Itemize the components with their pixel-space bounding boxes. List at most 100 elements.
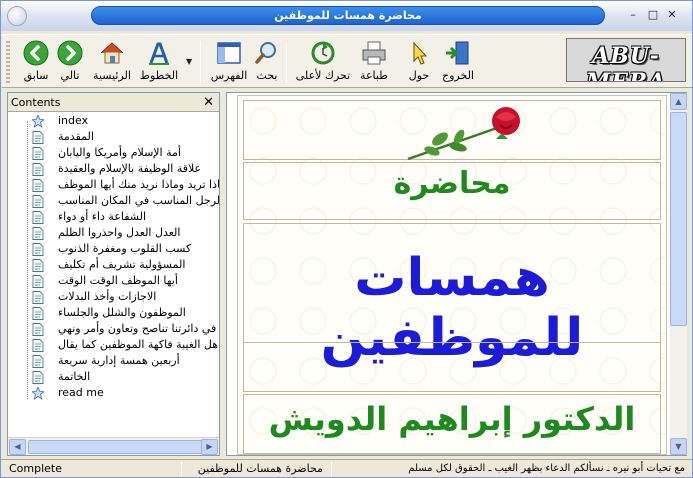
contents-item[interactable]: الاجازات وأخذ البدلات bbox=[32, 289, 219, 305]
contents-item-label: المقدمة bbox=[58, 130, 94, 143]
page-icon bbox=[32, 147, 44, 160]
index-panel-icon bbox=[217, 42, 241, 64]
toolbar-grip[interactable] bbox=[6, 41, 10, 83]
contents-item[interactable]: في دائرتنا تناصح وتعاون وأمر ونهي bbox=[32, 321, 219, 337]
page-icon bbox=[32, 211, 44, 224]
brand-logo: ABU-MERA bbox=[566, 38, 686, 82]
contents-item[interactable]: أمة الإسلام وأمريكا واليابان bbox=[32, 145, 219, 161]
close-window-button[interactable]: ✕ bbox=[665, 8, 679, 22]
page-icon bbox=[32, 243, 44, 256]
contents-item[interactable]: علاقة الوظيفة بالإسلام والعقيدة bbox=[32, 161, 219, 177]
back-label: سابق bbox=[23, 69, 49, 82]
contents-item-label: الخاتمة bbox=[58, 370, 91, 383]
exit-label: الخروج bbox=[442, 69, 474, 82]
minimize-button[interactable]: – bbox=[626, 8, 640, 22]
page-icon bbox=[32, 355, 44, 368]
vertical-scroll-thumb[interactable] bbox=[670, 112, 687, 326]
star-icon bbox=[32, 115, 44, 128]
contents-item[interactable]: read me bbox=[32, 385, 219, 401]
vertical-scrollbar[interactable]: ▲ ▼ bbox=[670, 93, 687, 455]
author-name: الدكتور إبراهيم الدويش bbox=[268, 400, 636, 438]
next-label: تالي bbox=[60, 69, 80, 82]
page-icon bbox=[32, 323, 44, 336]
contents-item[interactable]: المقدمة bbox=[32, 129, 219, 145]
scroll-up-button[interactable]: ▲ bbox=[670, 93, 687, 110]
tree-connector bbox=[27, 121, 28, 399]
font-icon bbox=[149, 42, 169, 65]
contents-item[interactable]: index bbox=[32, 113, 219, 129]
status-separator bbox=[181, 462, 182, 476]
back-button[interactable]: سابق bbox=[16, 37, 56, 87]
contents-item-label: أمة الإسلام وأمريكا واليابان bbox=[58, 146, 181, 159]
contents-item-label: في دائرتنا تناصح وتعاون وأمر ونهي bbox=[58, 322, 217, 335]
horizontal-scroll-thumb[interactable] bbox=[28, 440, 204, 454]
contents-item-label: read me bbox=[58, 386, 104, 399]
home-icon bbox=[100, 42, 124, 64]
maximize-button[interactable]: □ bbox=[646, 8, 660, 22]
page-icon bbox=[32, 339, 44, 352]
contents-item[interactable]: المسؤولية تشريف أم تكليف bbox=[32, 257, 219, 273]
status-title: محاضرة همسات للموظفين bbox=[197, 462, 323, 475]
contents-item[interactable]: العدل العدل واحذروا الظلم bbox=[32, 225, 219, 241]
author-cell: الدكتور إبراهيم الدويش bbox=[243, 394, 661, 454]
refresh-up-icon bbox=[311, 41, 335, 65]
about-label: حول bbox=[408, 69, 430, 82]
page-icon bbox=[32, 227, 44, 240]
contents-item-label: أربعين همسة إدارية سريعة bbox=[58, 354, 180, 367]
close-contents-button[interactable]: ✕ bbox=[203, 93, 214, 112]
page-icon bbox=[32, 291, 44, 304]
page-icon bbox=[32, 259, 44, 272]
search-button[interactable]: بحث bbox=[252, 37, 282, 87]
contents-header: Contents ✕ bbox=[8, 93, 219, 112]
contents-item[interactable]: الخاتمة bbox=[32, 369, 219, 385]
print-label: طباعة bbox=[360, 69, 388, 82]
content-viewer: محاضرة همسات للموظفين الدكتور إبراهيم ال… bbox=[226, 92, 687, 456]
horizontal-scrollbar[interactable]: ◀ ▶ bbox=[8, 437, 219, 455]
exit-button[interactable]: الخروج bbox=[438, 37, 478, 87]
toolbar-separator bbox=[286, 41, 287, 83]
page-icon bbox=[32, 163, 44, 176]
contents-item[interactable]: كسب القلوب ومغفرة الذنوب bbox=[32, 241, 219, 257]
move-up-button[interactable]: تحرك لأعلى bbox=[292, 37, 354, 87]
fonts-label: الخطوط bbox=[139, 69, 179, 82]
fonts-dropdown-arrow-icon[interactable]: ▼ bbox=[186, 57, 192, 66]
contents-item[interactable]: أربعين همسة إدارية سريعة bbox=[32, 353, 219, 369]
scroll-right-button[interactable]: ▶ bbox=[201, 439, 218, 455]
print-button[interactable]: طباعة bbox=[358, 37, 390, 87]
home-button[interactable]: الرئيسية bbox=[90, 37, 134, 87]
contents-item[interactable]: هل الغيبة فاكهة الموظفين كما يقال bbox=[32, 337, 219, 353]
title-bar[interactable]: محاضرة همسات للموظفين – □ ✕ bbox=[1, 1, 692, 31]
status-credits: مع تحيات أبو نيره ـ نسألكم الدعاء بظهر ا… bbox=[408, 463, 685, 474]
contents-item[interactable]: أيها الموظف الوقت الوقت bbox=[32, 273, 219, 289]
lecture-label: محاضرة bbox=[393, 166, 511, 201]
app-icon[interactable] bbox=[7, 6, 27, 26]
cursor-pointer-icon bbox=[413, 41, 428, 65]
fonts-button[interactable]: الخطوط bbox=[136, 37, 182, 87]
star-icon bbox=[32, 387, 44, 400]
contents-item[interactable]: الموظفون والشلل والجلساء bbox=[32, 305, 219, 321]
contents-item[interactable]: الرجل المناسب في المكان المناسب bbox=[32, 193, 219, 209]
next-button[interactable]: تالي bbox=[52, 37, 88, 87]
toolbar-separator bbox=[200, 41, 201, 83]
contents-item[interactable]: ماذا تريد وماذا نريد منك أيها الموظف bbox=[32, 177, 219, 193]
contents-tree: index المقدمة أمة الإسلام وأمريكا واليابان… bbox=[8, 113, 219, 437]
scroll-down-button[interactable]: ▼ bbox=[670, 438, 687, 455]
search-icon bbox=[255, 42, 276, 64]
heading-cell: محاضرة bbox=[243, 162, 661, 220]
contents-item-label: كسب القلوب ومغفرة الذنوب bbox=[58, 242, 192, 255]
status-separator bbox=[331, 462, 332, 476]
logo-text: ABU-MERA bbox=[585, 43, 667, 82]
index-button[interactable]: الفهرس bbox=[206, 37, 252, 87]
contents-title: Contents bbox=[11, 96, 61, 109]
contents-item-label: العدل العدل واحذروا الظلم bbox=[58, 226, 181, 239]
contents-pane: Contents ✕ index المقدمة أمة الإسلام وأمري… bbox=[7, 92, 220, 456]
contents-item[interactable]: الشفاعة داء أو دواء bbox=[32, 209, 219, 225]
contents-item-label: الرجل المناسب في المكان المناسب bbox=[58, 194, 219, 207]
window-title: محاضرة همسات للموظفين bbox=[91, 6, 605, 25]
page-icon bbox=[32, 275, 44, 288]
about-button[interactable]: حول bbox=[402, 37, 436, 87]
toolbar: سابق تالي الرئيسية الخطوط ▼ الفهرس بحث ت… bbox=[2, 34, 692, 88]
contents-item-label: الشفاعة داء أو دواء bbox=[58, 210, 147, 223]
scroll-left-button[interactable]: ◀ bbox=[9, 439, 26, 455]
page-icon bbox=[32, 307, 44, 320]
